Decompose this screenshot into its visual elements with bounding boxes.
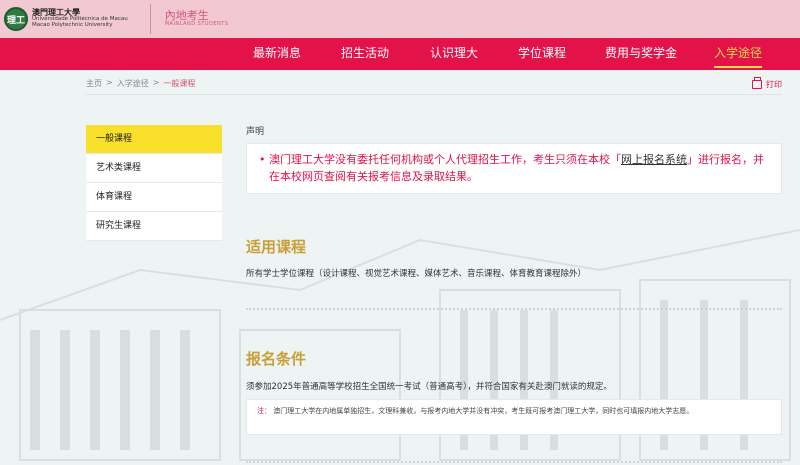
nav-item-fees-scholarships[interactable]: 费用与奖学金 [605,38,677,70]
sidebar: 一般课程 艺术类课程 体育课程 研究生课程 [86,125,222,241]
section-heading-applicable-programmes: 适用课程 [246,238,307,256]
online-application-link[interactable]: 网上报名系统 [621,153,687,166]
sidebar-item-arts-programmes[interactable]: 艺术类课程 [86,154,222,183]
university-logo[interactable]: 理工 澳門理工大學 Universidade Politécnica de Ma… [0,0,128,38]
sidebar-item-general-programmes[interactable]: 一般课程 [86,125,222,154]
nav-item-label: 入学途径 [714,46,763,60]
breadcrumb: 主页 > 入学途径 > 一般课程 [86,78,195,89]
note-label: 注： [257,407,271,415]
section-title[interactable]: 內地考生 MAINLAND STUDENTS [165,10,229,28]
section-title-en: MAINLAND STUDENTS [164,21,229,28]
nav-item-news[interactable]: 最新消息 [253,38,301,70]
top-header: 理工 澳門理工大學 Universidade Politécnica de Ma… [0,0,800,38]
print-button[interactable]: 打印 [752,77,782,90]
header-divider [149,4,151,34]
breadcrumb-admission[interactable]: 入学途径 [117,78,149,89]
statement-label: 声明 [246,127,265,137]
application-requirements-text: 须参加2025年普通高等学校招生全国统一考试（普通高考），并符合国家有关赴澳门就… [246,382,612,392]
statement-text-before: 澳门理工大学没有委托任何机构或个人代理招生工作，考生只须在本校「 [269,153,621,166]
print-label: 打印 [766,80,782,89]
nav-item-events[interactable]: 招生活动 [341,38,389,70]
breadcrumb-current: 一般课程 [163,79,196,88]
sidebar-item-sports-programmes[interactable]: 体育课程 [86,183,222,212]
breadcrumb-home[interactable]: 主页 [86,78,102,89]
breadcrumb-separator: > [106,78,113,87]
breadcrumb-separator: > [152,78,160,87]
section-heading-application-requirements: 报名条件 [246,350,307,368]
sidebar-item-postgraduate-programmes[interactable]: 研究生课程 [86,212,222,241]
statement-section: 声明 • 澳门理工大学没有委托任何机构或个人代理招生工作，考生只须在本校「网上报… [246,124,782,194]
university-seal-icon: 理工 [4,7,28,31]
note-text: 澳门理工大学在内地属单独招生，文理科兼收，与报考内地大学并没有冲突，考生既可报考… [273,407,694,415]
statement-notice: • 澳门理工大学没有委托任何机构或个人代理招生工作，考生只须在本校「网上报名系统… [246,143,782,194]
dotted-divider [246,308,782,310]
bullet-icon: • [259,153,266,166]
nav-item-programmes[interactable]: 学位课程 [518,38,566,70]
applicable-programmes-text: 所有学士学位课程（设计课程、视觉艺术课程、媒体艺术、音乐课程、体育教育课程除外） [246,269,587,279]
main-nav: 最新消息 招生活动 认识理大 学位课程 费用与奖学金 入学途径 [0,38,800,70]
active-nav-underline [714,66,763,68]
nav-item-about[interactable]: 认识理大 [430,38,478,70]
requirements-note: 注： 澳门理工大学在内地属单独招生，文理科兼收，与报考内地大学并没有冲突，考生既… [246,399,782,435]
printer-icon [752,77,762,89]
breadcrumb-divider [86,94,782,95]
nav-item-admission-routes[interactable]: 入学途径 [714,38,763,70]
dotted-divider [246,461,782,463]
logo-name-en: Macao Polytechnic University [32,22,113,29]
